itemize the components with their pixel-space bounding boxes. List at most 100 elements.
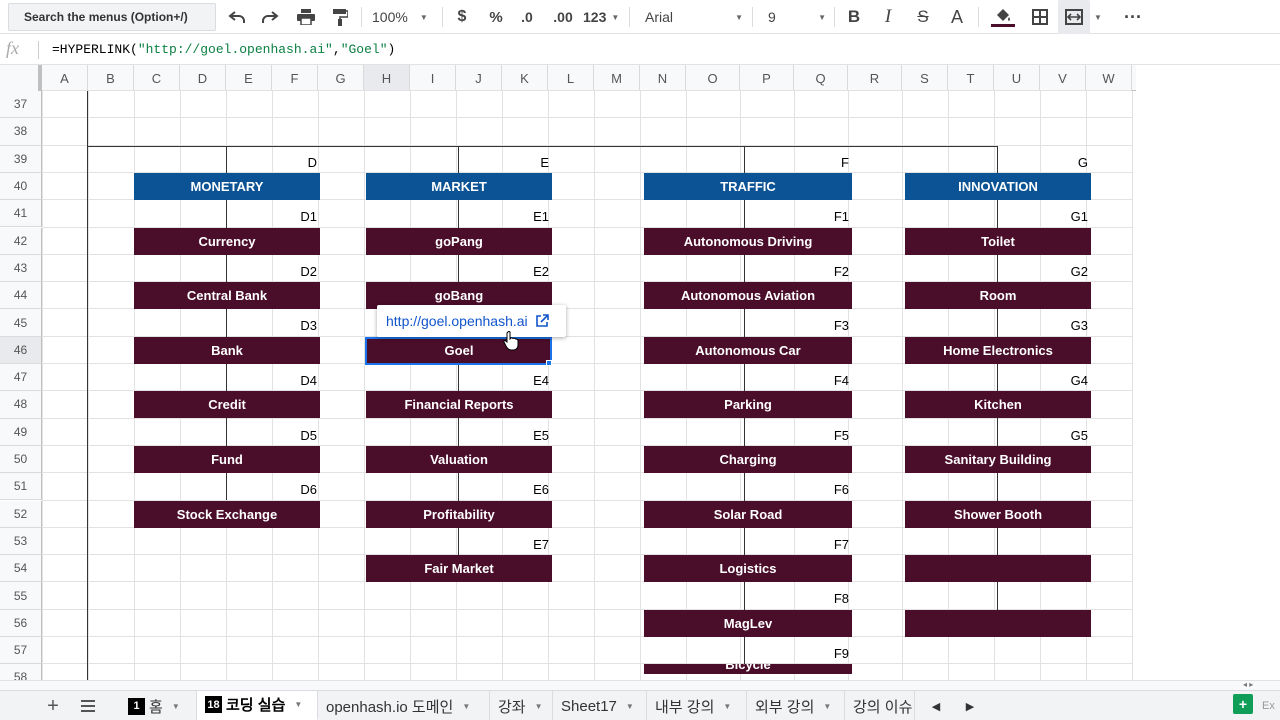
scroll-left-icon[interactable]: ◂ <box>1243 680 1247 689</box>
row-header-51[interactable]: 51 <box>0 473 42 501</box>
add-sheet-button[interactable]: + <box>42 695 64 717</box>
fill-color-icon[interactable] <box>990 0 1016 34</box>
section-f-item[interactable]: Autonomous Car <box>644 336 852 364</box>
fill-handle[interactable] <box>546 360 552 366</box>
section-f-item[interactable]: Logistics <box>644 555 852 583</box>
row-header-48[interactable]: 48 <box>0 391 42 419</box>
column-header-p[interactable]: P <box>740 65 794 91</box>
explore-icon[interactable]: + <box>1233 694 1253 714</box>
chevron-down-icon[interactable]: ▼ <box>294 700 302 709</box>
row-header-47[interactable]: 47 <box>0 364 42 392</box>
section-d-item[interactable]: Credit <box>134 391 320 419</box>
section-g-item[interactable] <box>905 555 1091 583</box>
chevron-down-icon[interactable]: ▼ <box>535 702 543 711</box>
section-e-item[interactable]: Profitability <box>366 500 552 528</box>
sheet-tab[interactable]: 내부 강의 ▼ <box>647 691 747 720</box>
row-header-40[interactable]: 40 <box>0 172 42 201</box>
row-header-58[interactable]: 58 <box>0 664 42 680</box>
column-header-l[interactable]: L <box>548 65 594 91</box>
strikethrough-button[interactable]: S <box>913 0 933 34</box>
column-header-g[interactable]: G <box>318 65 364 91</box>
chevron-down-icon[interactable]: ▼ <box>1092 0 1104 34</box>
column-header-j[interactable]: J <box>456 65 502 91</box>
section-e-item[interactable]: Valuation <box>366 445 552 473</box>
currency-format-button[interactable]: $ <box>452 0 472 34</box>
section-g-item[interactable]: Home Electronics <box>905 336 1091 364</box>
search-menus-input[interactable]: Search the menus (Option+/) <box>8 3 216 31</box>
row-header-44[interactable]: 44 <box>0 282 42 310</box>
section-f-item[interactable]: Autonomous Driving <box>644 227 852 255</box>
column-header-m[interactable]: M <box>594 65 640 91</box>
section-f-item[interactable]: Autonomous Aviation <box>644 282 852 310</box>
paint-format-icon[interactable] <box>329 0 351 34</box>
more-formats-select[interactable]: 123 ▼ <box>583 0 623 34</box>
column-header-t[interactable]: T <box>948 65 994 91</box>
section-e-item[interactable]: goPang <box>366 227 552 255</box>
section-g-item[interactable] <box>905 609 1091 637</box>
merge-cells-icon[interactable] <box>1058 0 1090 34</box>
row-header-46[interactable]: 46 <box>0 336 42 364</box>
row-header-50[interactable]: 50 <box>0 445 42 474</box>
section-e-item[interactable]: Fair Market <box>366 555 552 583</box>
hyperlink-url[interactable]: http://goel.openhash.ai <box>386 313 528 329</box>
chevron-down-icon[interactable]: ▼ <box>823 702 831 711</box>
row-header-52[interactable]: 52 <box>0 500 42 528</box>
font-family-select[interactable]: Arial ▼ <box>645 0 743 34</box>
section-f-item[interactable]: Solar Road <box>644 500 852 528</box>
column-header-e[interactable]: E <box>226 65 272 91</box>
row-header-55[interactable]: 55 <box>0 582 42 610</box>
section-g-item[interactable]: Shower Booth <box>905 500 1091 528</box>
row-header-39[interactable]: 39 <box>0 145 42 173</box>
section-d-item[interactable]: Currency <box>134 227 320 255</box>
row-header-43[interactable]: 43 <box>0 254 42 283</box>
row-header-42[interactable]: 42 <box>0 227 42 255</box>
row-header-49[interactable]: 49 <box>0 418 42 446</box>
sheet-tab[interactable]: 강좌 ▼ <box>490 691 553 720</box>
sheet-tab[interactable]: Sheet17 ▼ <box>553 691 647 720</box>
scroll-right-icon[interactable]: ▸ <box>1249 680 1253 689</box>
italic-button[interactable]: I <box>878 0 898 34</box>
section-f-item[interactable]: MagLev <box>644 609 852 637</box>
scroll-tabs-left-icon[interactable]: ◀ <box>928 698 944 714</box>
section-f-item[interactable]: Charging <box>644 445 852 473</box>
row-header-38[interactable]: 38 <box>0 118 42 146</box>
undo-icon[interactable] <box>226 0 248 34</box>
column-header-n[interactable]: N <box>640 65 686 91</box>
column-header-q[interactable]: Q <box>794 65 848 91</box>
column-header-w[interactable]: W <box>1086 65 1132 91</box>
section-f-item[interactable]: Bicycle <box>644 664 852 675</box>
column-header-u[interactable]: U <box>994 65 1040 91</box>
sheet-tab[interactable]: 외부 강의 ▼ <box>747 691 845 720</box>
column-header-c[interactable]: C <box>134 65 180 91</box>
row-header-53[interactable]: 53 <box>0 527 42 556</box>
open-external-icon[interactable] <box>535 314 549 328</box>
percent-format-button[interactable]: % <box>485 0 507 34</box>
borders-icon[interactable] <box>1029 0 1051 34</box>
decrease-decimal-button[interactable]: .0 <box>516 0 538 34</box>
chevron-down-icon[interactable]: ▼ <box>462 702 470 711</box>
column-header-v[interactable]: V <box>1040 65 1086 91</box>
row-header-37[interactable]: 37 <box>0 91 42 119</box>
zoom-select[interactable]: 100% ▼ <box>372 0 434 34</box>
section-d-item[interactable]: Bank <box>134 336 320 364</box>
section-g-item[interactable]: Kitchen <box>905 391 1091 419</box>
section-g-item[interactable]: Sanitary Building <box>905 445 1091 473</box>
chevron-down-icon[interactable]: ▼ <box>626 702 634 711</box>
sheet-grid[interactable]: ABCDEFGHIJKLMNOPQRSTUVW 37 38 39 40 41 42 43 44… <box>0 65 1136 680</box>
row-header-45[interactable]: 45 <box>0 309 42 337</box>
column-header-k[interactable]: K <box>502 65 548 91</box>
row-header-54[interactable]: 54 <box>0 555 42 583</box>
column-header-d[interactable]: D <box>180 65 226 91</box>
scroll-tabs-right-icon[interactable]: ▶ <box>962 698 978 714</box>
sheet-tab[interactable]: openhash.io 도메인 ▼ <box>318 691 490 720</box>
formula-input[interactable]: =HYPERLINK("http://goel.openhash.ai","Go… <box>52 42 395 57</box>
section-g-item[interactable]: Toilet <box>905 227 1091 255</box>
font-size-select[interactable]: 9 ▼ <box>768 0 826 34</box>
horizontal-scrollbar[interactable] <box>0 680 1280 690</box>
section-d-item[interactable]: Central Bank <box>134 282 320 310</box>
column-header-i[interactable]: I <box>410 65 456 91</box>
print-icon[interactable] <box>294 0 318 34</box>
column-header-f[interactable]: F <box>272 65 318 91</box>
scroll-arrows[interactable]: ◂ ▸ <box>1243 680 1280 690</box>
sheet-tab[interactable]: 강의 이슈 <box>845 691 915 720</box>
